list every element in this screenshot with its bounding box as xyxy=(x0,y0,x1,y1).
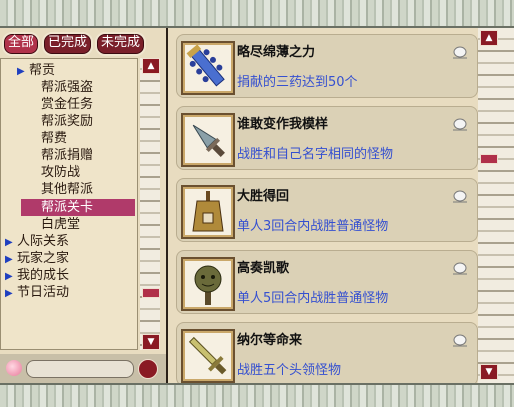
tab-incomplete[interactable]: 未完成 xyxy=(95,32,147,56)
achievement-title: 谁敢变作我模样 xyxy=(237,117,329,132)
nav-item-renji-guanxi[interactable]: ▶ 人际关系 xyxy=(5,233,69,250)
nav-item-bangpai-jiangli[interactable]: 帮派奖励 xyxy=(41,113,93,130)
left-scrollbar[interactable]: ▲ ▼ xyxy=(140,58,160,350)
pearl-icon xyxy=(453,190,467,203)
nav-item-bangpai-qiangdao[interactable]: 帮派强盗 xyxy=(41,79,93,96)
scroll-down-button[interactable]: ▼ xyxy=(142,334,160,350)
pearl-icon xyxy=(453,118,467,131)
pearl-icon xyxy=(453,262,467,275)
achievement-card[interactable]: 高奏凯歌 单人5回合内战胜普通怪物 xyxy=(176,250,478,314)
top-frame-border xyxy=(0,0,514,28)
right-scrollbar[interactable]: ▲ ▼ xyxy=(478,28,514,383)
achievement-description: 单人3回合内战胜普通怪物 xyxy=(237,219,389,234)
achievement-description: 捐献的三药达到50个 xyxy=(237,75,358,90)
expand-arrow-icon: ▶ xyxy=(17,66,25,77)
achievement-title: 略尽绵薄之力 xyxy=(237,45,316,60)
nav-item-qita-bangpai[interactable]: 其他帮派 xyxy=(41,181,93,198)
category-tree: ▶ 帮贡 帮派强盗 赏金任务 帮派奖励 帮费 帮派捐赠 攻防战 其他帮派 帮派关卡… xyxy=(0,58,138,350)
expand-arrow-icon: ▶ xyxy=(5,271,13,282)
nav-item-baihutang[interactable]: 白虎堂 xyxy=(41,216,80,233)
nav-item-label: 玩家之家 xyxy=(17,251,70,266)
expand-arrow-icon: ▶ xyxy=(5,237,13,248)
tab-all[interactable]: 全部 xyxy=(2,32,41,56)
sword-icon xyxy=(181,329,235,383)
nav-item-label: 人际关系 xyxy=(17,234,70,249)
scroll-up-button[interactable]: ▲ xyxy=(142,58,160,74)
achievement-title: 纳尔等命来 xyxy=(237,333,303,348)
achievement-card[interactable]: 略尽绵薄之力 捐献的三药达到50个 xyxy=(176,34,478,98)
pearl-icon xyxy=(453,46,467,59)
nav-item-label: 我的成长 xyxy=(17,268,70,283)
search-input[interactable] xyxy=(26,360,134,378)
nav-item-label: 帮贡 xyxy=(29,63,56,78)
achievement-description: 战胜和自己名字相同的怪物 xyxy=(237,147,394,162)
achievement-description: 单人5回合内战胜普通怪物 xyxy=(237,291,389,306)
scroll-down-button[interactable]: ▼ xyxy=(480,364,498,380)
left-panel: 全部 已完成 未完成 ▶ 帮贡 帮派强盗 赏金任务 帮派奖励 帮费 帮派捐赠 攻防… xyxy=(0,28,166,383)
nav-item-bangpai-guanka[interactable]: 帮派关卡 xyxy=(21,199,135,216)
achievement-description: 战胜五个头领怪物 xyxy=(237,363,342,378)
nav-item-bangfei[interactable]: 帮费 xyxy=(41,130,67,147)
dagger-icon xyxy=(181,113,235,167)
nav-item-label: 节日活动 xyxy=(17,285,70,300)
expand-arrow-icon: ▶ xyxy=(5,254,13,265)
nav-item-wanjia-zhijia[interactable]: ▶ 玩家之家 xyxy=(5,250,69,267)
nav-item-jieri-huodong[interactable]: ▶ 节日活动 xyxy=(5,284,69,301)
nav-item-gongfangzhan[interactable]: 攻防战 xyxy=(41,164,80,181)
scroll-up-button[interactable]: ▲ xyxy=(480,30,498,46)
expand-arrow-icon: ▶ xyxy=(5,288,13,299)
nav-item-bangpai-juanzeng[interactable]: 帮派捐赠 xyxy=(41,147,93,164)
achievement-card[interactable]: 大胜得回 单人3回合内战胜普通怪物 xyxy=(176,178,478,242)
blue-spiked-weapon-icon xyxy=(181,41,235,95)
pearl-icon xyxy=(453,334,467,347)
achievement-title: 大胜得回 xyxy=(237,189,290,204)
search-bar xyxy=(0,354,166,383)
nav-item-shangjin-renwu[interactable]: 赏金任务 xyxy=(41,96,93,113)
achievement-window: 全部 已完成 未完成 ▶ 帮贡 帮派强盗 赏金任务 帮派奖励 帮费 帮派捐赠 攻防… xyxy=(0,0,514,407)
scroll-thumb[interactable] xyxy=(142,288,160,298)
bottom-frame-border xyxy=(0,383,514,407)
achievement-card[interactable]: 纳尔等命来 战胜五个头领怪物 xyxy=(176,322,478,386)
bronze-bell-icon xyxy=(181,185,235,239)
achievement-card[interactable]: 谁敢变作我模样 战胜和自己名字相同的怪物 xyxy=(176,106,478,170)
tab-completed[interactable]: 已完成 xyxy=(42,32,94,56)
search-button[interactable] xyxy=(138,359,158,379)
achievement-list-panel: 略尽绵薄之力 捐献的三药达到50个 谁敢变作我模样 战胜和自己名字相同的怪物 大… xyxy=(168,28,514,386)
right-frame-border xyxy=(498,28,514,383)
filter-tabs: 全部 已完成 未完成 xyxy=(2,32,147,56)
nav-item-banggong[interactable]: ▶ 帮贡 xyxy=(17,62,55,79)
bronze-mask-icon xyxy=(181,257,235,311)
nav-item-wode-chengzhang[interactable]: ▶ 我的成长 xyxy=(5,267,69,284)
achievement-title: 高奏凯歌 xyxy=(237,261,290,276)
scroll-thumb[interactable] xyxy=(480,154,498,164)
scroll-track[interactable] xyxy=(478,28,498,383)
peach-icon xyxy=(6,360,22,376)
